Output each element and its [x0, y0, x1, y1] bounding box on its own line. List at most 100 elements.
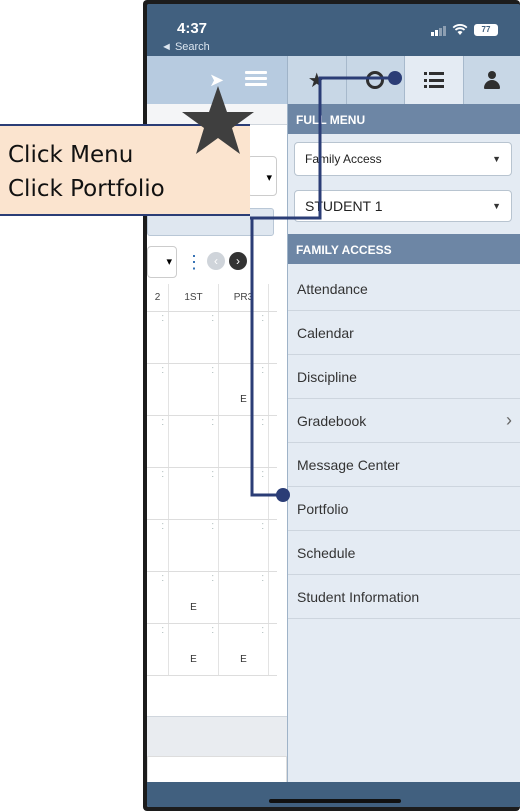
cell-options-icon[interactable]: ⁚ — [261, 626, 264, 635]
cell-value: E — [240, 394, 247, 405]
menu-item-label: Discipline — [297, 368, 357, 385]
next-arrow-icon[interactable]: › — [229, 252, 247, 270]
battery-icon: 77 — [474, 24, 498, 36]
background-select[interactable]: ▾ — [247, 156, 277, 196]
table-cell[interactable]: ⁚ — [147, 468, 169, 519]
table-row: ⁚ ⁚ ⁚ E — [147, 364, 277, 416]
cell-options-icon[interactable]: ⁚ — [161, 470, 164, 479]
table-cell[interactable]: ⁚ — [219, 572, 269, 623]
status-bar: 4:37 ◄ Search 77 — [147, 4, 520, 56]
menu-item-label: Gradebook — [297, 412, 367, 429]
menu-item-student-information[interactable]: Student Information — [288, 575, 520, 619]
menu-item-gradebook[interactable]: Gradebook › — [288, 399, 520, 443]
column-header: PR3 — [219, 284, 269, 311]
menu-item-calendar[interactable]: Calendar — [288, 311, 520, 355]
menu-item-label: Attendance — [297, 280, 368, 297]
table-cell[interactable]: ⁚ — [169, 468, 219, 519]
cell-options-icon[interactable]: ⁚ — [211, 314, 214, 323]
cell-options-icon[interactable]: ⁚ — [261, 574, 264, 583]
table-cell[interactable]: ⁚ — [169, 416, 219, 467]
cell-options-icon[interactable]: ⁚ — [211, 418, 214, 427]
cell-options-icon[interactable]: ⁚ — [261, 366, 264, 375]
tab-recent[interactable] — [347, 56, 405, 104]
table-row: ⁚ ⁚ E ⁚ — [147, 572, 277, 624]
tab-account[interactable] — [464, 56, 520, 104]
table-cell[interactable]: ⁚ E — [219, 624, 269, 675]
menu-item-label: Portfolio — [297, 500, 349, 517]
menu-item-message-center[interactable]: Message Center — [288, 443, 520, 487]
menu-toolbar: ★ — [288, 56, 520, 104]
cell-options-icon[interactable]: ⁚ — [211, 470, 214, 479]
table-cell[interactable]: ⁚ — [219, 468, 269, 519]
table-cell[interactable]: ⁚ — [147, 312, 169, 363]
menu-item-portfolio[interactable]: Portfolio — [288, 487, 520, 531]
table-cell[interactable]: ⁚ — [219, 312, 269, 363]
home-indicator[interactable] — [269, 799, 401, 803]
column-header: 1ST — [169, 284, 219, 311]
status-time: 4:37 — [177, 20, 208, 37]
table-row: ⁚ ⁚ ⁚ — [147, 520, 277, 572]
status-icons: 77 — [431, 24, 498, 36]
cell-options-icon[interactable]: ⁚ — [211, 626, 214, 635]
table-cell[interactable]: ⁚ E — [169, 572, 219, 623]
cell-options-icon[interactable]: ⁚ — [261, 314, 264, 323]
list-icon — [423, 72, 444, 88]
cell-options-icon[interactable]: ⁚ — [161, 314, 164, 323]
back-to-search-link[interactable]: ◄ Search — [161, 41, 210, 53]
table-cell[interactable]: ⁚ — [219, 520, 269, 571]
table-cell[interactable]: ⁚ — [147, 364, 169, 415]
menu-item-label: Calendar — [297, 324, 354, 341]
table-cell[interactable]: ⁚ — [219, 416, 269, 467]
more-options-icon[interactable]: ⋮ — [185, 252, 203, 273]
cell-options-icon[interactable]: ⁚ — [211, 522, 214, 531]
user-icon — [483, 71, 501, 89]
table-cell[interactable]: ⁚ E — [169, 624, 219, 675]
table-cell[interactable]: ⁚ E — [219, 364, 269, 415]
cell-value: E — [240, 654, 247, 665]
table-cell[interactable]: ⁚ — [169, 364, 219, 415]
student-select[interactable]: STUDENT 1 ▼ — [294, 190, 512, 222]
cell-options-icon[interactable]: ⁚ — [161, 418, 164, 427]
cell-options-icon[interactable]: ⁚ — [261, 418, 264, 427]
table-row: ⁚ ⁚ ⁚ — [147, 416, 277, 468]
callout-line-1: Click Menu — [8, 142, 134, 168]
background-term-select[interactable]: ▾ — [147, 246, 177, 278]
cell-value: E — [190, 602, 197, 613]
cell-options-icon[interactable]: ⁚ — [261, 522, 264, 531]
callout-line-2: Click Portfolio — [8, 176, 165, 202]
cell-options-icon[interactable]: ⁚ — [261, 470, 264, 479]
table-cell[interactable]: ⁚ — [147, 416, 169, 467]
bottom-bar — [147, 782, 520, 807]
table-cell[interactable]: ⁚ — [147, 520, 169, 571]
cell-options-icon[interactable]: ⁚ — [161, 574, 164, 583]
student-select-value: STUDENT 1 — [305, 198, 383, 214]
cell-options-icon[interactable]: ⁚ — [211, 366, 214, 375]
cell-options-icon[interactable]: ⁚ — [161, 522, 164, 531]
table-cell[interactable]: ⁚ — [147, 572, 169, 623]
send-icon[interactable]: ➤ — [209, 70, 224, 91]
table-cell[interactable]: ⁚ — [169, 520, 219, 571]
menu-item-attendance[interactable]: Attendance — [288, 267, 520, 311]
table-cell[interactable]: ⁚ — [169, 312, 219, 363]
phone-frame: 4:37 ◄ Search 77 ➤ ▾ ▾ ⋮ ‹ › 2 1ST PR3 ⁚… — [143, 0, 520, 811]
cell-options-icon[interactable]: ⁚ — [161, 626, 164, 635]
table-cell[interactable]: ⁚ — [147, 624, 169, 675]
cell-options-icon[interactable]: ⁚ — [211, 574, 214, 583]
menu-item-schedule[interactable]: Schedule — [288, 531, 520, 575]
table-row: ⁚ ⁚ E ⁚ E — [147, 624, 277, 676]
table-row: ⁚ ⁚ ⁚ — [147, 312, 277, 364]
previous-arrow-icon[interactable]: ‹ — [207, 252, 225, 270]
table-header: 2 1ST PR3 — [147, 284, 277, 312]
signal-icon — [431, 25, 446, 36]
cell-options-icon[interactable]: ⁚ — [161, 366, 164, 375]
background-header: ➤ — [147, 56, 287, 104]
tab-favorites[interactable]: ★ — [288, 56, 347, 104]
hamburger-menu-icon[interactable] — [245, 71, 267, 87]
menu-item-discipline[interactable]: Discipline — [288, 355, 520, 399]
column-header: 2 — [147, 284, 169, 311]
full-menu-header: FULL MENU — [288, 104, 520, 134]
module-select[interactable]: Family Access ▼ — [294, 142, 512, 176]
chevron-down-icon: ▼ — [492, 154, 501, 164]
menu-item-label: Student Information — [297, 588, 420, 605]
tab-full-menu[interactable] — [405, 56, 464, 104]
